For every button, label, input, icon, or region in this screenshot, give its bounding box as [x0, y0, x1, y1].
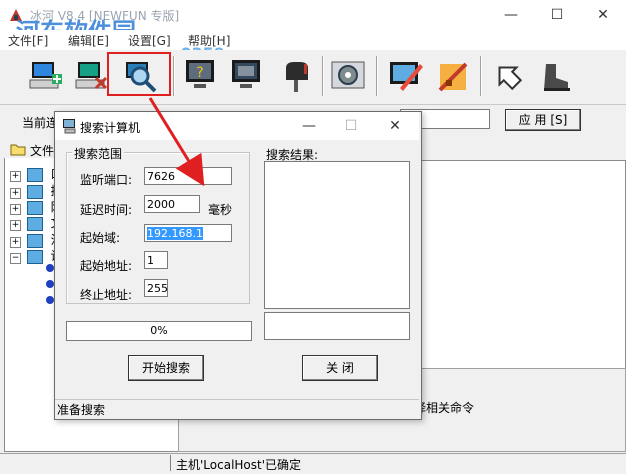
- annotation-arrow: [148, 97, 205, 187]
